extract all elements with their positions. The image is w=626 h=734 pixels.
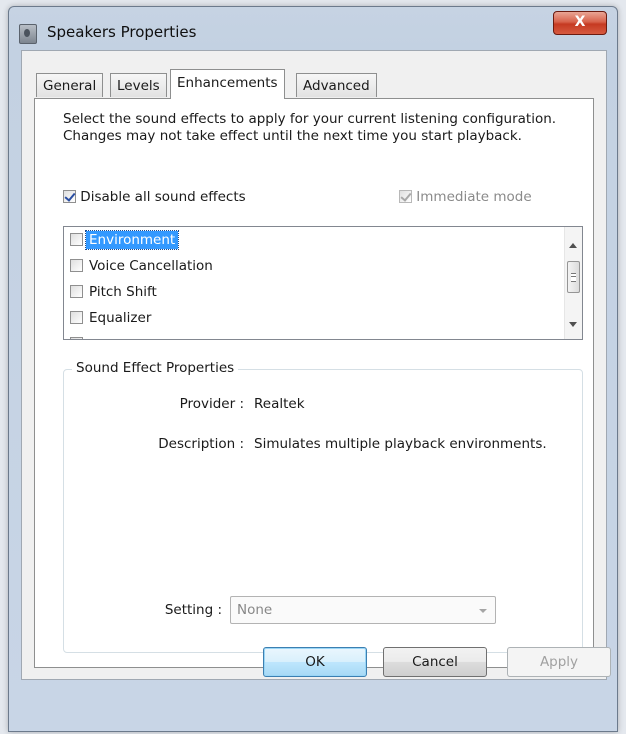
scroll-thumb[interactable] bbox=[567, 261, 580, 293]
tab-levels[interactable]: Levels bbox=[110, 73, 167, 97]
tab-advanced[interactable]: Advanced bbox=[296, 73, 377, 97]
immediate-mode-label: Immediate mode bbox=[416, 189, 532, 205]
list-item[interactable]: Pitch Shift bbox=[70, 281, 160, 303]
effect-label: Voice Cancellation bbox=[89, 258, 213, 274]
provider-value: Realtek bbox=[254, 396, 305, 412]
disable-all-label: Disable all sound effects bbox=[80, 189, 246, 205]
group-title: Sound Effect Properties bbox=[72, 360, 239, 376]
cancel-button[interactable]: Cancel bbox=[383, 647, 487, 677]
dialog-client: General Levels Enhancements Advanced Sel… bbox=[21, 50, 607, 680]
sound-effect-properties-group: Sound Effect Properties Provider : Realt… bbox=[63, 360, 583, 653]
list-scrollbar[interactable] bbox=[564, 227, 582, 339]
ok-button[interactable]: OK bbox=[263, 647, 367, 677]
scroll-up-icon[interactable] bbox=[569, 243, 577, 248]
description-value: Simulates multiple playback environments… bbox=[254, 436, 547, 452]
window-title: Speakers Properties bbox=[47, 23, 197, 41]
speaker-icon bbox=[19, 24, 37, 44]
tab-general[interactable]: General bbox=[36, 73, 104, 97]
enhancements-panel: Select the sound effects to apply for yo… bbox=[34, 98, 594, 668]
chevron-down-icon bbox=[479, 609, 487, 613]
speakers-properties-window: Speakers Properties X General Levels Enh… bbox=[8, 6, 618, 732]
effect-label: Environment bbox=[84, 230, 180, 250]
setting-label: Setting : bbox=[164, 602, 222, 618]
scroll-down-icon[interactable] bbox=[569, 322, 577, 327]
setting-value: None bbox=[237, 602, 273, 618]
effect-checkbox[interactable] bbox=[70, 259, 83, 272]
disable-all-row[interactable]: Disable all sound effects bbox=[63, 189, 246, 205]
list-item-partial[interactable] bbox=[70, 333, 83, 339]
effect-checkbox[interactable] bbox=[70, 337, 83, 339]
apply-button: Apply bbox=[507, 647, 611, 677]
close-button[interactable]: X bbox=[553, 11, 607, 35]
effect-checkbox[interactable] bbox=[70, 233, 83, 246]
immediate-mode-row: Immediate mode bbox=[399, 189, 532, 205]
list-item[interactable]: Voice Cancellation bbox=[70, 255, 216, 277]
description-label: Description : bbox=[158, 436, 244, 452]
sound-effects-list[interactable]: Environment Voice Cancellation Pitch Shi… bbox=[63, 226, 583, 340]
disable-all-checkbox[interactable] bbox=[63, 190, 76, 203]
setting-dropdown: None bbox=[230, 596, 496, 624]
effect-label: Pitch Shift bbox=[89, 284, 157, 300]
enhancements-description: Select the sound effects to apply for yo… bbox=[63, 111, 557, 144]
effect-label: Equalizer bbox=[89, 310, 152, 326]
effect-checkbox[interactable] bbox=[70, 285, 83, 298]
provider-label: Provider : bbox=[179, 396, 244, 412]
list-item[interactable]: Environment bbox=[70, 229, 180, 251]
tab-enhancements[interactable]: Enhancements bbox=[170, 69, 285, 99]
effect-checkbox[interactable] bbox=[70, 311, 83, 324]
immediate-mode-checkbox bbox=[399, 190, 412, 203]
list-item[interactable]: Equalizer bbox=[70, 307, 154, 329]
